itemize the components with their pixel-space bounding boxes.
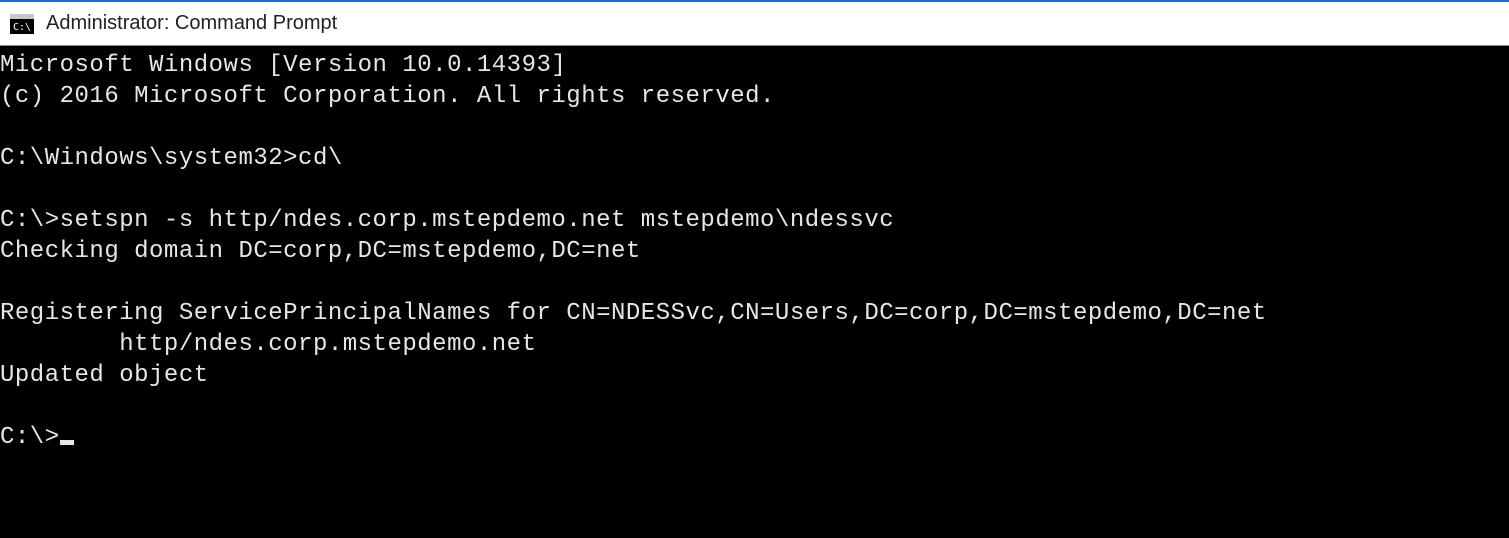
terminal-output[interactable]: Microsoft Windows [Version 10.0.14393](c… xyxy=(0,46,1509,538)
terminal-prompt-line: C:\> xyxy=(0,422,1509,453)
terminal-line: http/ndes.corp.mstepdemo.net xyxy=(0,329,1509,360)
terminal-line: C:\Windows\system32>cd\ xyxy=(0,143,1509,174)
terminal-line: C:\>setspn -s http/ndes.corp.mstepdemo.n… xyxy=(0,205,1509,236)
terminal-line xyxy=(0,174,1509,205)
titlebar[interactable]: C:\ Administrator: Command Prompt xyxy=(0,2,1509,46)
cmd-icon: C:\ xyxy=(10,14,34,34)
current-prompt: C:\> xyxy=(0,424,60,451)
terminal-line xyxy=(0,267,1509,298)
terminal-line: (c) 2016 Microsoft Corporation. All righ… xyxy=(0,81,1509,112)
cursor-icon xyxy=(60,440,74,445)
terminal-line xyxy=(0,391,1509,422)
terminal-line: Updated object xyxy=(0,360,1509,391)
window-title: Administrator: Command Prompt xyxy=(46,12,337,35)
terminal-line xyxy=(0,112,1509,143)
terminal-line: Checking domain DC=corp,DC=mstepdemo,DC=… xyxy=(0,236,1509,267)
command-prompt-window: C:\ Administrator: Command Prompt Micros… xyxy=(0,0,1509,538)
svg-text:C:\: C:\ xyxy=(13,22,31,33)
terminal-line: Microsoft Windows [Version 10.0.14393] xyxy=(0,50,1509,81)
terminal-line: Registering ServicePrincipalNames for CN… xyxy=(0,298,1509,329)
